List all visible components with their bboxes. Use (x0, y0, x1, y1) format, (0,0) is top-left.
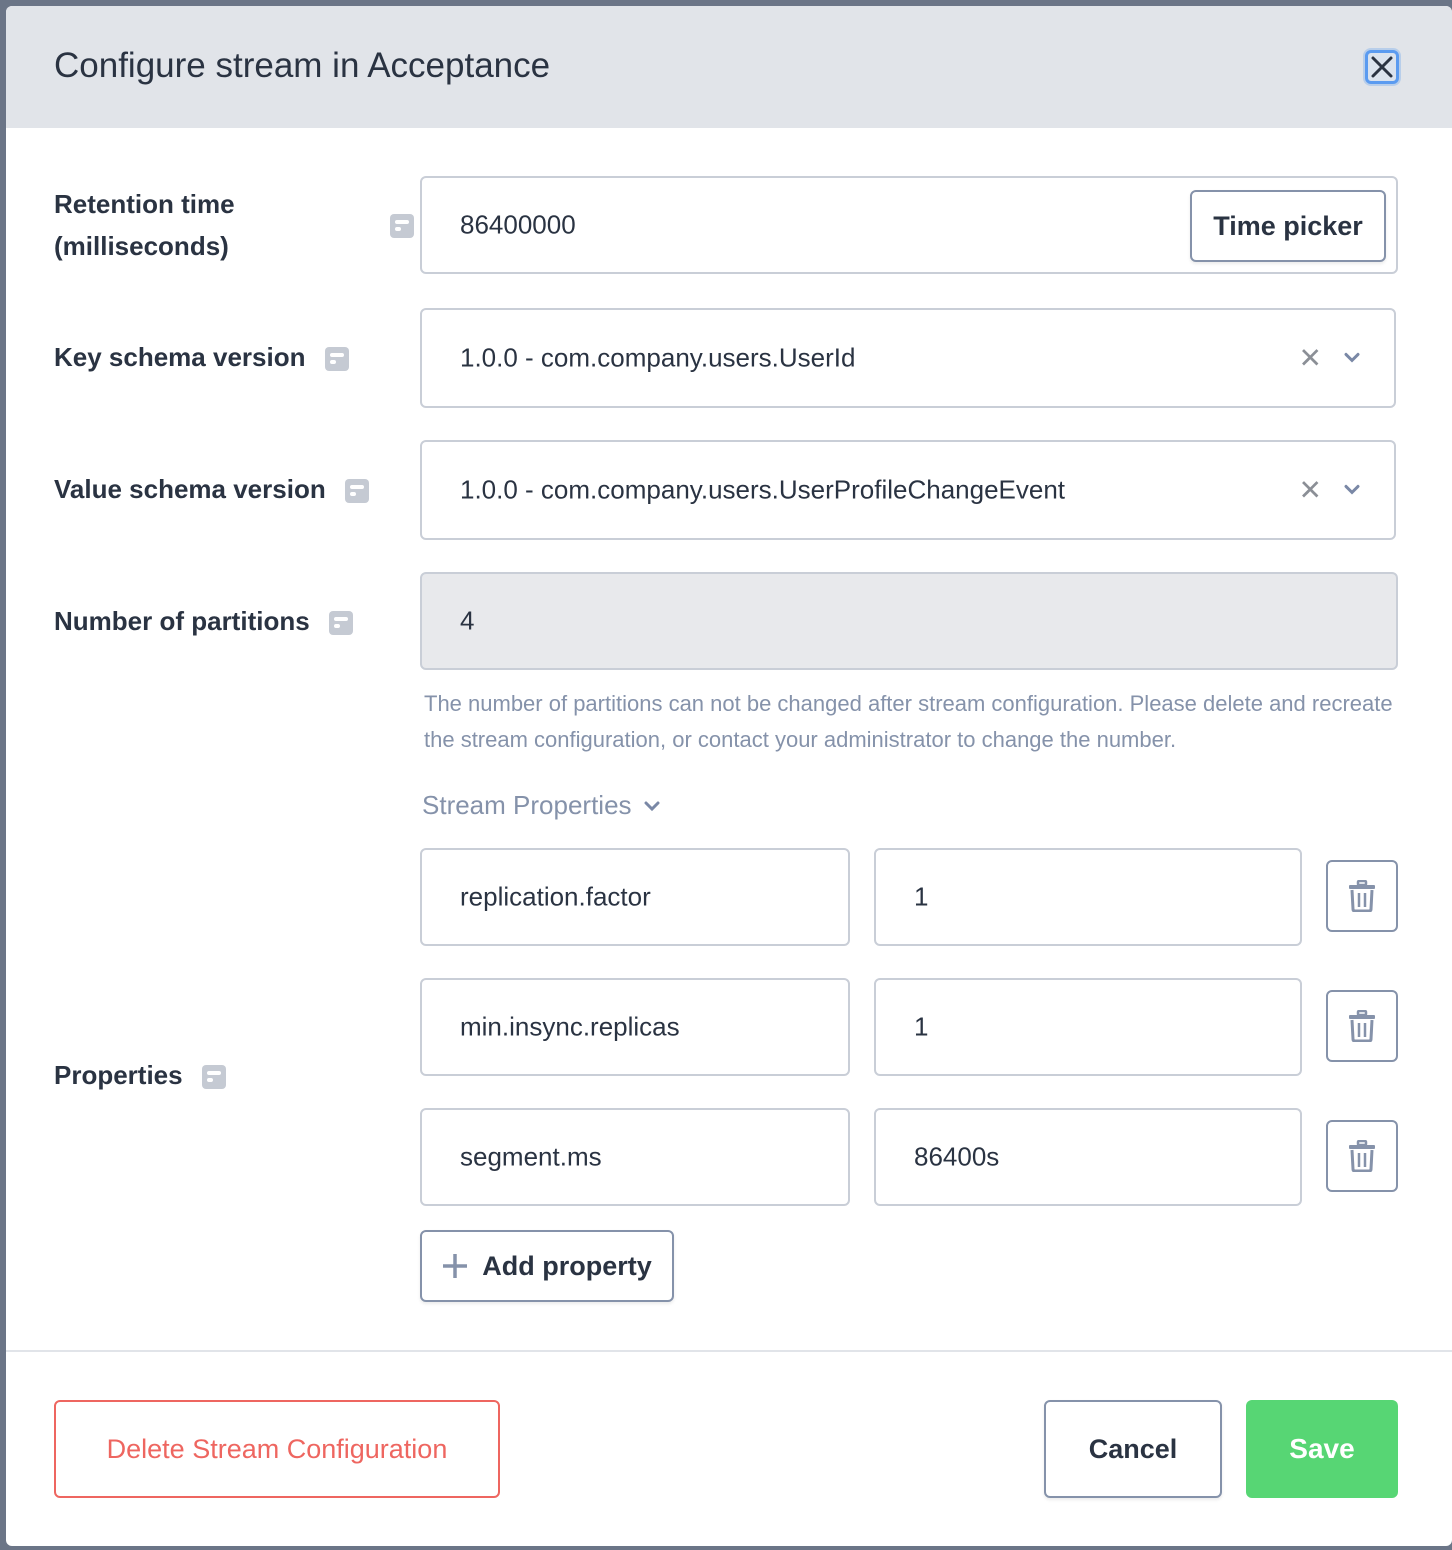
info-icon[interactable] (344, 479, 369, 504)
properties-label: Properties (54, 1054, 226, 1096)
configure-stream-modal: Configure stream in Acceptance Retention… (6, 6, 1452, 1546)
info-icon[interactable] (201, 1065, 226, 1090)
key-schema-value: 1.0.0 - com.company.users.UserId (460, 342, 856, 373)
partitions-value: 4 (460, 605, 475, 636)
stream-properties-title: Stream Properties (422, 790, 632, 820)
info-icon[interactable] (324, 347, 349, 372)
partitions-label: Number of partitions (54, 600, 353, 642)
properties-label-text: Properties (54, 1060, 183, 1090)
modal-header: Configure stream in Acceptance (6, 6, 1452, 128)
time-picker-button[interactable]: Time picker (1190, 190, 1386, 262)
info-icon[interactable] (390, 214, 414, 238)
value-schema-label-text: Value schema version (54, 474, 326, 504)
retention-time-label: Retention time (milliseconds) (54, 183, 235, 267)
key-schema-label: Key schema version (54, 336, 349, 378)
footer-divider (6, 1350, 1452, 1352)
retention-time-value: 86400000 (460, 209, 576, 240)
property-key-input[interactable]: segment.ms (420, 1108, 850, 1206)
key-schema-label-text: Key schema version (54, 342, 306, 372)
delete-property-button[interactable] (1326, 860, 1398, 932)
retention-time-input[interactable]: 86400000 Time picker (420, 176, 1398, 274)
plus-icon (443, 1254, 468, 1278)
partitions-help-text: The number of partitions can not be chan… (424, 691, 1393, 752)
value-schema-select[interactable]: 1.0.0 - com.company.users.UserProfileCha… (420, 440, 1396, 540)
cancel-button[interactable]: Cancel (1044, 1400, 1222, 1498)
add-property-label: Add property (482, 1250, 652, 1281)
trash-icon (1349, 1140, 1375, 1172)
clear-icon[interactable]: ✕ (1299, 342, 1322, 375)
property-value-input[interactable]: 1 (874, 978, 1302, 1076)
property-value-value: 1 (914, 881, 929, 912)
chevron-down-icon (644, 801, 660, 811)
clear-icon[interactable]: ✕ (1299, 474, 1322, 507)
partitions-input: 4 (420, 572, 1398, 670)
trash-icon (1349, 1010, 1375, 1042)
property-key-input[interactable]: replication.factor (420, 848, 850, 946)
delete-stream-configuration-button[interactable]: Delete Stream Configuration (54, 1400, 500, 1498)
close-button[interactable] (1365, 50, 1399, 84)
property-key-value: segment.ms (460, 1141, 602, 1172)
save-button[interactable]: Save (1246, 1400, 1398, 1498)
value-schema-value: 1.0.0 - com.company.users.UserProfileCha… (460, 474, 1066, 505)
property-value-input[interactable]: 86400s (874, 1108, 1302, 1206)
property-value-value: 86400s (914, 1141, 1000, 1172)
add-property-button[interactable]: Add property (420, 1230, 674, 1302)
delete-property-button[interactable] (1326, 990, 1398, 1062)
trash-icon (1349, 880, 1375, 912)
value-schema-label: Value schema version (54, 468, 369, 510)
modal-title: Configure stream in Acceptance (54, 46, 551, 85)
retention-label-line1: Retention time (54, 189, 235, 219)
delete-property-button[interactable] (1326, 1120, 1398, 1192)
property-value-input[interactable]: 1 (874, 848, 1302, 946)
info-icon[interactable] (328, 611, 353, 636)
key-schema-select[interactable]: 1.0.0 - com.company.users.UserId ✕ (420, 308, 1396, 408)
property-key-value: min.insync.replicas (460, 1011, 680, 1042)
close-icon (1371, 56, 1393, 78)
property-key-value: replication.factor (460, 881, 651, 912)
retention-label-line2: (milliseconds) (54, 231, 229, 261)
partitions-label-text: Number of partitions (54, 606, 310, 636)
stream-properties-toggle[interactable]: Stream Properties (422, 790, 660, 821)
property-value-value: 1 (914, 1011, 929, 1042)
property-key-input[interactable]: min.insync.replicas (420, 978, 850, 1076)
chevron-down-icon[interactable] (1344, 351, 1360, 363)
chevron-down-icon[interactable] (1344, 483, 1360, 495)
